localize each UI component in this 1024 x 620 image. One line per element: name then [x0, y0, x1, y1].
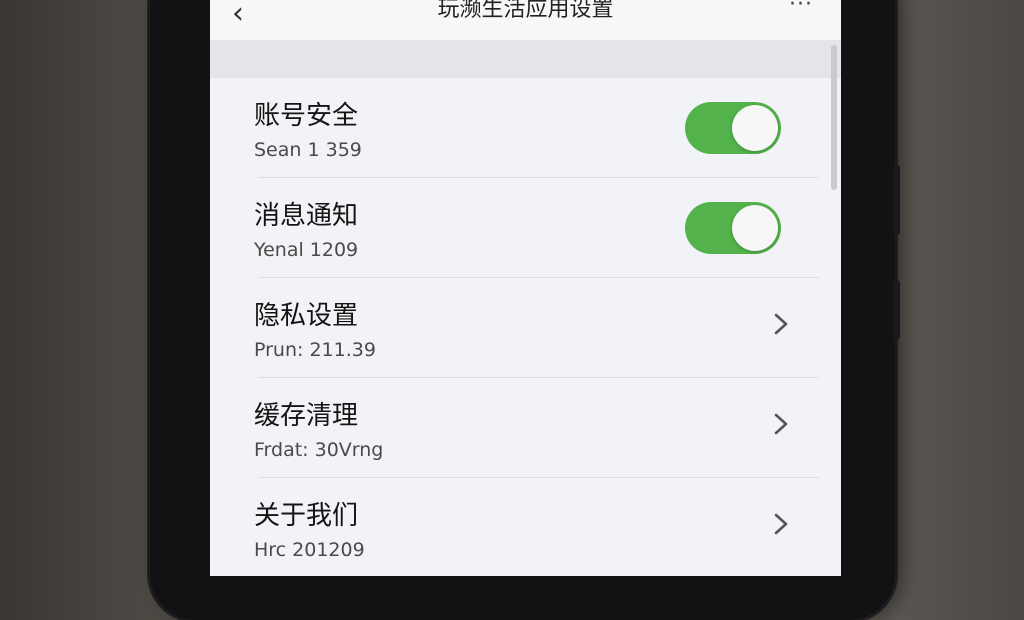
settings-row-subtitle: Frdat: 30Vrng [254, 439, 384, 461]
page-title: 玩濒生活应用设置 [437, 0, 614, 22]
settings-row-notifications[interactable]: 消息通知 Yenal 1209 [252, 178, 819, 278]
nav-bar: ‹ 玩濒生活应用设置 ··· [210, 0, 841, 40]
app-screen: ‹ 玩濒生活应用设置 ··· 账号安全 Sean 1 359 消息通知 Yena… [210, 0, 841, 576]
settings-row-subtitle: Hrc 201209 [254, 539, 365, 561]
more-options-button[interactable]: ··· [789, 0, 813, 20]
toggle-knob [732, 205, 778, 251]
scrollbar[interactable] [831, 45, 837, 190]
settings-row-label: 缓存清理 [254, 401, 359, 431]
chevron-right-icon [774, 413, 788, 435]
settings-row-label: 账号安全 [254, 101, 359, 131]
settings-row-subtitle: Yenal 1209 [254, 239, 359, 261]
chevron-right-icon [774, 313, 788, 335]
settings-row-about[interactable]: 关于我们 Hrc 201209 [252, 478, 819, 576]
settings-row-label: 关于我们 [254, 501, 359, 531]
account-security-toggle[interactable] [685, 102, 781, 154]
settings-row-privacy[interactable]: 隐私设置 Prun: 211.39 [252, 278, 819, 378]
settings-list: 账号安全 Sean 1 359 消息通知 Yenal 1209 隐私设置 Pru… [210, 78, 841, 576]
settings-row-subtitle: Prun: 211.39 [254, 339, 376, 361]
phone-side-button [893, 280, 900, 340]
toggle-knob [732, 105, 778, 151]
chevron-right-icon [774, 513, 788, 535]
settings-row-label: 消息通知 [254, 201, 359, 231]
section-spacer [210, 40, 841, 78]
settings-row-subtitle: Sean 1 359 [254, 139, 362, 161]
settings-row-account-security[interactable]: 账号安全 Sean 1 359 [252, 78, 819, 178]
notifications-toggle[interactable] [685, 202, 781, 254]
settings-row-label: 隐私设置 [254, 301, 359, 331]
phone-side-button [893, 165, 900, 235]
settings-row-cache[interactable]: 缓存清理 Frdat: 30Vrng [252, 378, 819, 478]
